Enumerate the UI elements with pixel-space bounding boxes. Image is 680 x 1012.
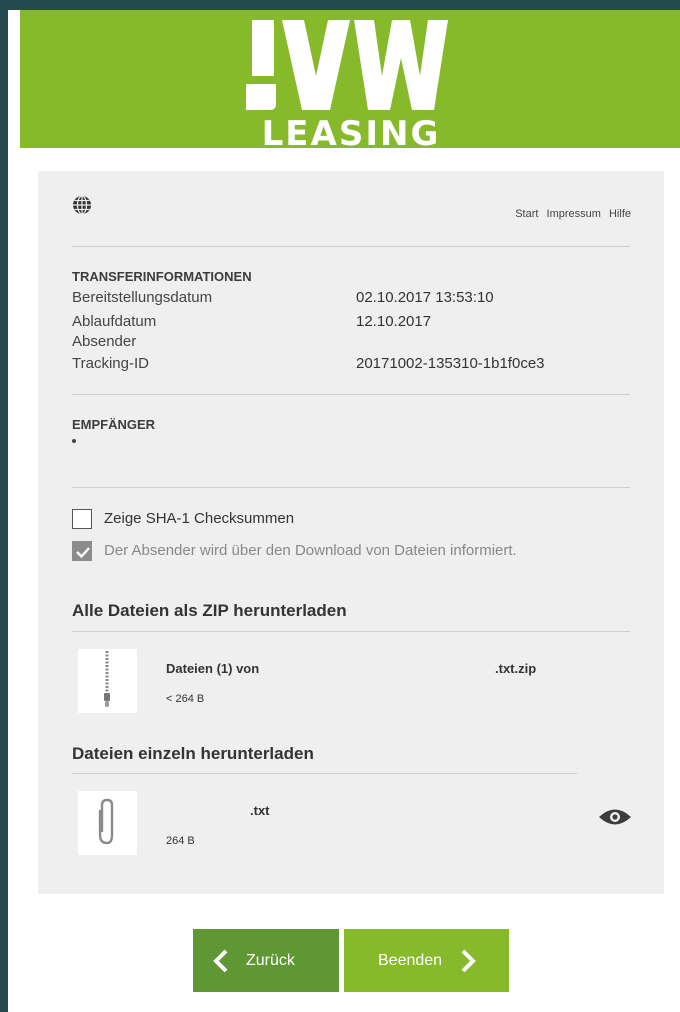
zip-icon <box>104 651 110 707</box>
sha1-checkbox-label[interactable]: Zeige SHA-1 Checksummen <box>104 510 294 527</box>
info-label-bereitstellungsdatum: Bereitstellungsdatum <box>72 289 213 306</box>
notify-checkbox[interactable] <box>72 541 92 561</box>
divider <box>72 631 630 632</box>
chevron-left-icon <box>213 949 228 972</box>
txt-file-extension[interactable]: .txt <box>250 803 270 818</box>
back-button-label: Zurück <box>246 951 295 969</box>
ivw-leasing-logo: LEASING <box>246 14 456 154</box>
zip-file-name[interactable]: Dateien (1) von <box>166 661 259 676</box>
header-banner: LEASING <box>20 10 680 154</box>
transfer-info-title: TRANSFERINFORMATIONEN <box>72 269 252 284</box>
top-links: Start Impressum Hilfe <box>510 208 631 220</box>
ivw-logo-mark <box>246 20 448 110</box>
eye-icon[interactable] <box>598 807 632 827</box>
txt-file-thumbnail[interactable] <box>78 791 137 855</box>
sha1-checkbox[interactable] <box>72 509 92 529</box>
zip-file-thumbnail[interactable] <box>78 649 137 713</box>
notify-checkbox-label: Der Absender wird über den Download von … <box>104 542 517 559</box>
divider <box>72 487 630 488</box>
frame-left-bar <box>0 0 8 1012</box>
recipient-bullet <box>72 439 76 443</box>
recipients-title: EMPFÄNGER <box>72 417 156 432</box>
finish-button[interactable]: Beenden <box>344 929 509 992</box>
zip-file-size: < 264 B <box>166 693 205 705</box>
info-value-bereitstellungsdatum: 02.10.2017 13:53:10 <box>356 289 494 306</box>
info-value-tracking-id: 20171002-135310-1b1f0ce3 <box>356 355 545 372</box>
zip-file-extension[interactable]: .txt.zip <box>495 661 536 676</box>
zip-section-title: Alle Dateien als ZIP herunterladen <box>72 601 347 620</box>
single-files-section-title: Dateien einzeln herunterladen <box>72 744 314 763</box>
logo-leasing-text: LEASING <box>261 114 441 154</box>
divider <box>72 773 577 774</box>
chevron-right-icon <box>461 949 476 972</box>
impressum-link[interactable]: Impressum <box>547 208 601 220</box>
finish-button-label: Beenden <box>378 951 443 969</box>
divider <box>72 246 630 247</box>
divider <box>72 394 630 395</box>
back-button[interactable]: Zurück <box>193 929 339 992</box>
paperclip-icon <box>98 798 114 845</box>
frame-top-bar <box>8 0 680 10</box>
globe-icon[interactable] <box>72 195 92 215</box>
txt-file-size: 264 B <box>166 835 195 847</box>
info-label-tracking-id: Tracking-ID <box>72 355 149 372</box>
info-value-ablaufdatum: 12.10.2017 <box>356 313 432 330</box>
info-label-ablaufdatum: Ablaufdatum <box>72 313 157 330</box>
hilfe-link[interactable]: Hilfe <box>609 208 631 220</box>
checkmark-icon <box>76 547 90 559</box>
start-link[interactable]: Start <box>515 208 538 220</box>
info-label-absender: Absender <box>72 333 137 350</box>
transfer-panel: Start Impressum Hilfe TRANSFERINFORMATIO… <box>38 171 664 894</box>
